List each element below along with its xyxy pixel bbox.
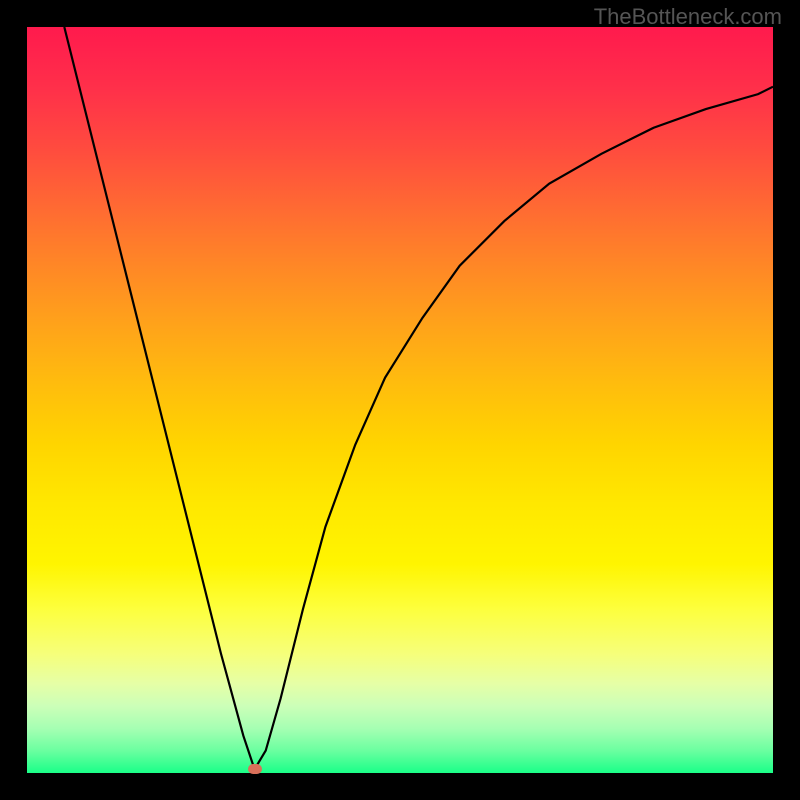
optimum-marker bbox=[248, 764, 262, 774]
chart-curve-svg bbox=[27, 27, 773, 773]
watermark-text: TheBottleneck.com bbox=[594, 4, 782, 30]
bottleneck-curve-path bbox=[64, 27, 773, 769]
chart-plot-area bbox=[27, 27, 773, 773]
